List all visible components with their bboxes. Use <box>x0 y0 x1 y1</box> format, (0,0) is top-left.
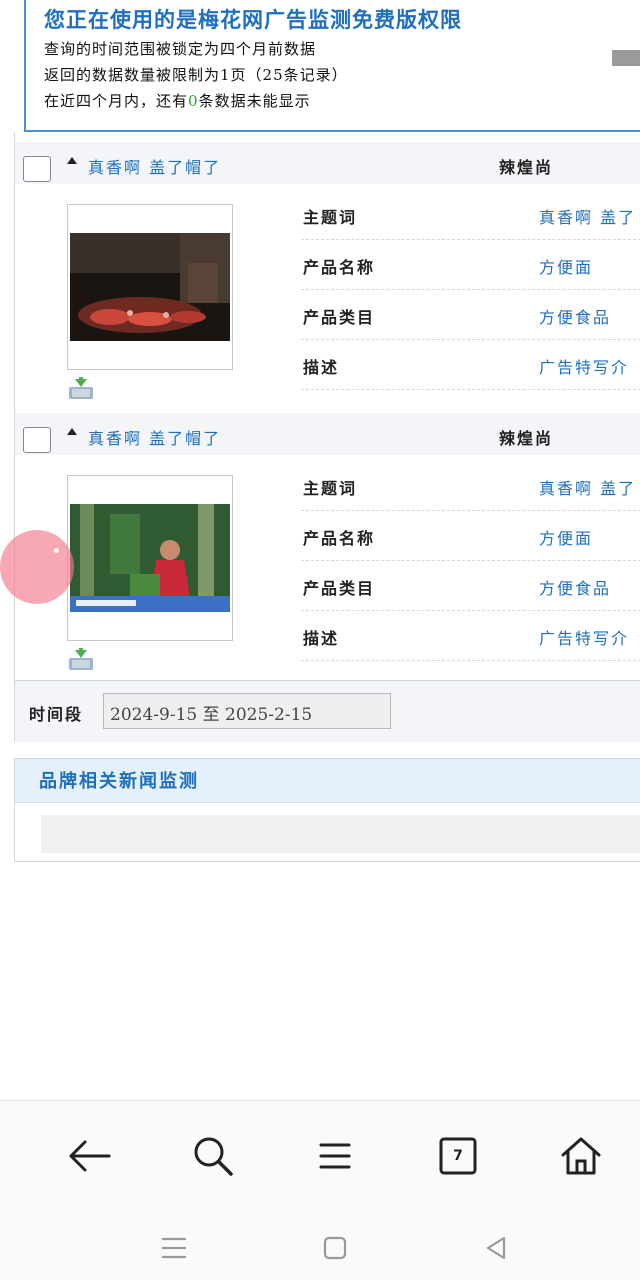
attr-value-link[interactable]: 广告特写介 <box>539 354 629 378</box>
attr-row-keyword: 主题词 真香啊 盖了 <box>301 461 640 511</box>
download-basket-icon[interactable] <box>67 648 95 676</box>
ad-list: 真香啊 盖了帽了 辣煌尚 主题词 真香啊 盖了 产品名称 方便面 产品类目 方便… <box>14 132 640 742</box>
recent-apps-icon[interactable] <box>156 1230 192 1266</box>
notice-title: 您正在使用的是梅花网广告监测免费版权限 <box>44 7 462 32</box>
ad-thumbnail[interactable] <box>67 204 233 370</box>
attr-value-link[interactable]: 广告特写介 <box>539 625 629 649</box>
tabs-count-button[interactable]: 7 <box>433 1131 483 1181</box>
time-range-filter: 时间段 2024-9-15 至 2025-2-15 <box>15 680 640 742</box>
ad-select-checkbox[interactable] <box>23 427 51 453</box>
attr-value-link[interactable]: 方便面 <box>539 254 593 278</box>
attr-value-link[interactable]: 方便面 <box>539 525 593 549</box>
back-triangle-icon[interactable] <box>478 1230 514 1266</box>
ad-video-frame[interactable] <box>70 233 230 341</box>
attr-row-keyword: 主题词 真香啊 盖了 <box>301 190 640 240</box>
ad-card: 真香啊 盖了帽了 辣煌尚 主题词 真香啊 盖了 产品名称 方便面 产品类目 方便… <box>15 142 640 412</box>
attr-value-link[interactable]: 方便食品 <box>539 304 611 328</box>
tab-count: 7 <box>453 1148 463 1164</box>
ad-card: 真香啊 盖了帽了 辣煌尚 主题词 真香啊 盖了 产品名称 方便面 产品类目 方便… <box>15 413 640 680</box>
home-square-icon[interactable] <box>317 1230 353 1266</box>
side-tab[interactable] <box>612 50 640 66</box>
ad-select-checkbox[interactable] <box>23 156 51 182</box>
menu-icon[interactable] <box>310 1131 360 1181</box>
search-icon[interactable] <box>188 1131 238 1181</box>
brand-news-title: 品牌相关新闻监测 <box>39 771 199 792</box>
notice-line-3: 在近四个月内，还有0条数据未能显示 <box>44 92 311 110</box>
ad-title-link[interactable]: 真香啊 盖了帽了 <box>88 154 221 178</box>
attr-row-product-category: 产品类目 方便食品 <box>301 290 640 340</box>
brand-news-section: 品牌相关新闻监测 <box>14 758 640 862</box>
system-navigation-bar <box>0 1210 640 1280</box>
attr-row-product-category: 产品类目 方便食品 <box>301 561 640 611</box>
brand-news-placeholder <box>41 815 640 853</box>
free-version-notice: 您正在使用的是梅花网广告监测免费版权限 查询的时间范围被锁定为四个月前数据 返回… <box>24 0 640 132</box>
ad-card-header: 真香啊 盖了帽了 辣煌尚 <box>15 142 640 184</box>
collapse-triangle-icon[interactable] <box>67 428 77 435</box>
hidden-count: 0 <box>188 92 199 110</box>
ad-brand: 辣煌尚 <box>499 429 554 448</box>
attr-value-link[interactable]: 方便食品 <box>539 575 611 599</box>
collapse-triangle-icon[interactable] <box>67 157 77 164</box>
ad-title-link[interactable]: 真香啊 盖了帽了 <box>88 425 221 449</box>
attr-row-product-name: 产品名称 方便面 <box>301 511 640 561</box>
browser-toolbar: 7 <box>0 1100 640 1210</box>
back-arrow-icon[interactable] <box>64 1131 114 1181</box>
touch-indicator <box>0 530 74 604</box>
download-basket-icon[interactable] <box>67 377 95 405</box>
attr-row-description: 描述 广告特写介 <box>301 340 640 390</box>
attr-value-link[interactable]: 真香啊 盖了 <box>539 475 636 499</box>
attr-row-product-name: 产品名称 方便面 <box>301 240 640 290</box>
touch-indicator-dot <box>54 548 59 553</box>
home-icon[interactable] <box>556 1131 606 1181</box>
time-range-input[interactable]: 2024-9-15 至 2025-2-15 <box>103 693 391 729</box>
brand-news-header: 品牌相关新闻监测 <box>15 759 640 803</box>
time-range-label: 时间段 <box>29 705 84 724</box>
notice-line-2: 返回的数据数量被限制为1页（25条记录） <box>44 66 348 84</box>
notice-line-1: 查询的时间范围被锁定为四个月前数据 <box>44 40 317 58</box>
ad-thumbnail[interactable] <box>67 475 233 641</box>
ad-video-frame[interactable] <box>70 504 230 612</box>
attr-row-description: 描述 广告特写介 <box>301 611 640 661</box>
ad-brand: 辣煌尚 <box>499 158 554 177</box>
ad-card-header: 真香啊 盖了帽了 辣煌尚 <box>15 413 640 455</box>
attr-value-link[interactable]: 真香啊 盖了 <box>539 204 636 228</box>
